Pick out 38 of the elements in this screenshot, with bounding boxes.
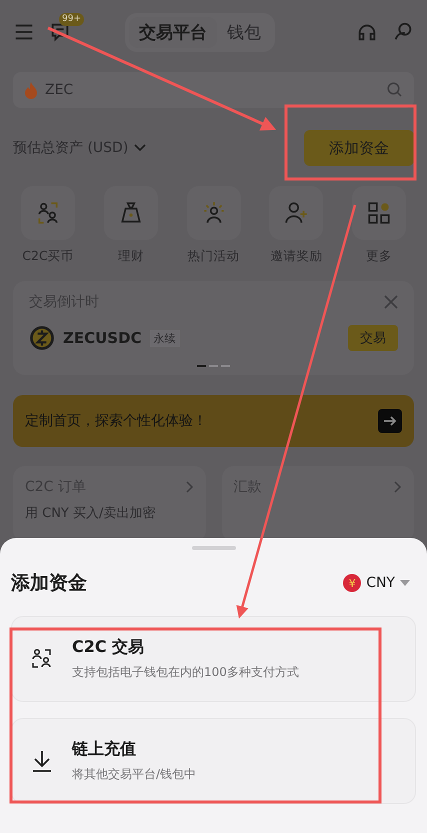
notification-badge: 99+ — [59, 13, 84, 26]
arrow-right-icon[interactable] — [378, 409, 402, 433]
caret-down-icon — [400, 580, 410, 586]
option-title: 链上充值 — [72, 739, 137, 760]
shortcut-tile[interactable] — [104, 186, 158, 240]
option-description: 支持包括电子钱包在内的100多种支付方式 — [72, 664, 299, 681]
perpetual-tag: 永续 — [150, 330, 180, 346]
grid-icon — [366, 200, 392, 226]
close-icon[interactable] — [384, 295, 398, 309]
trade-button[interactable]: 交易 — [348, 325, 398, 351]
shortcut-tile[interactable] — [352, 186, 406, 240]
card-subtitle: 用 CNY 买入/卖出加密 — [25, 505, 156, 522]
shortcut-tile[interactable] — [21, 186, 75, 240]
message-icon[interactable] — [49, 21, 71, 43]
option-description: 将其他交易平台/钱包中 — [72, 766, 196, 783]
drag-handle[interactable] — [192, 546, 236, 550]
download-icon — [30, 749, 54, 773]
search-field[interactable]: ZEC — [13, 72, 414, 108]
banner-text: 定制首页，探索个性化体验！ — [25, 412, 207, 430]
chevron-right-icon — [186, 481, 194, 493]
people-icon — [30, 647, 54, 671]
sheet-title: 添加资金 — [11, 571, 87, 596]
add-person-icon — [283, 200, 310, 226]
option-title: C2C 交易 — [72, 637, 146, 658]
symbol-text: ZECUSDC — [63, 329, 142, 347]
tab[interactable]: 钱包 — [217, 16, 271, 48]
funding-option[interactable]: C2C 交易 支持包括电子钱包在内的100多种支付方式 — [11, 616, 416, 702]
chevron-right-icon — [394, 481, 402, 493]
flame-icon — [23, 81, 39, 99]
search-icon — [386, 81, 404, 99]
funding-option[interactable]: 链上充值 将其他交易平台/钱包中 — [11, 718, 416, 804]
shortcut-tile[interactable] — [269, 186, 324, 240]
currency-selector[interactable]: ¥ CNY — [337, 573, 416, 593]
chevron-down-icon[interactable] — [134, 144, 146, 152]
coin-icon — [29, 325, 55, 351]
shortcut-tile[interactable] — [186, 186, 240, 240]
add-funds-button[interactable]: 添加资金 — [304, 130, 414, 166]
promo-banner[interactable]: 定制首页，探索个性化体验！ — [13, 395, 414, 447]
